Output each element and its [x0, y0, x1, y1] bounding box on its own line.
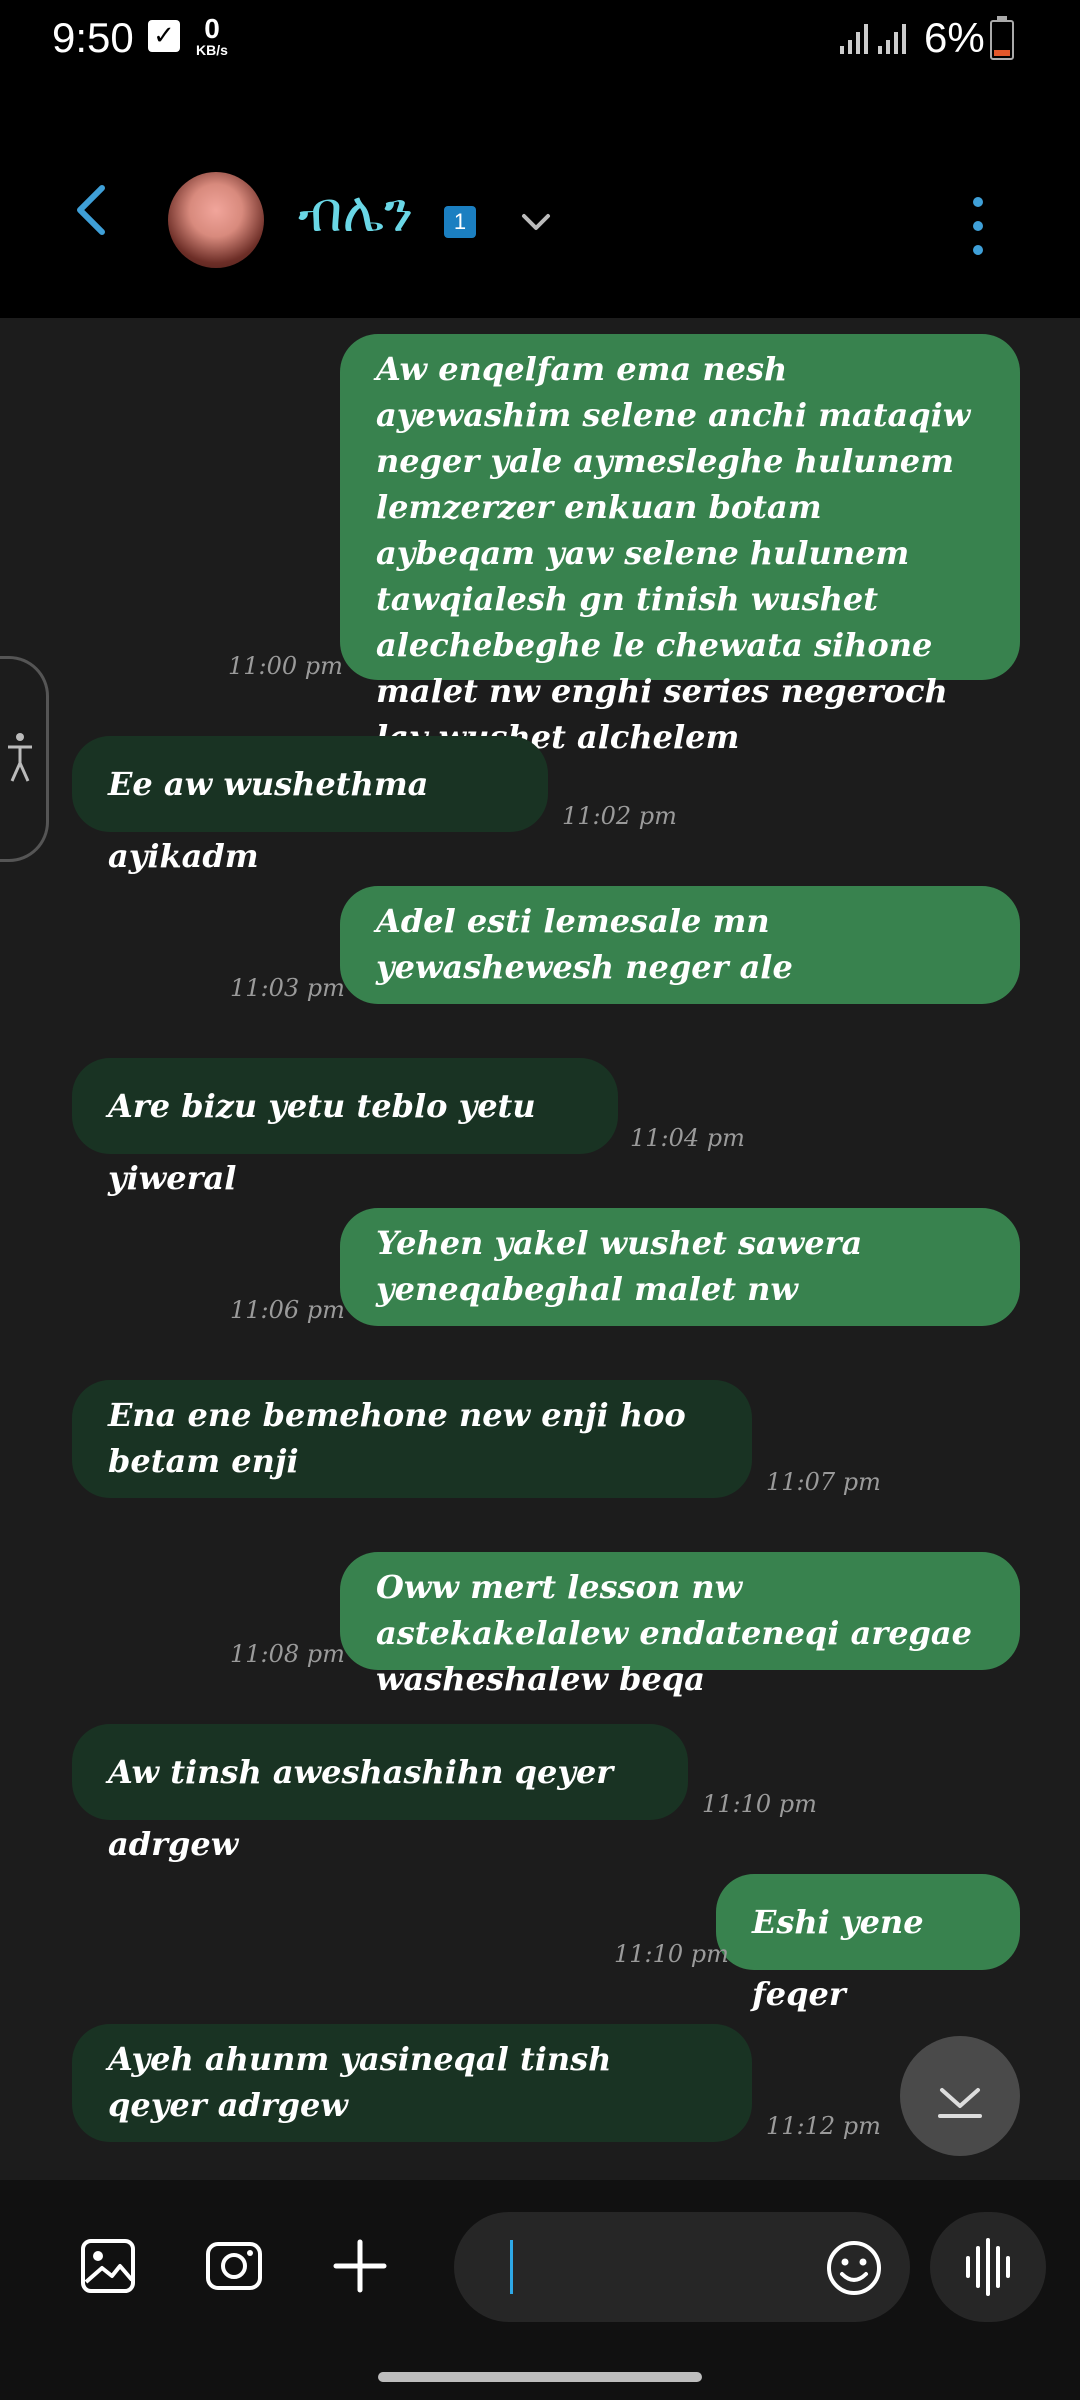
battery-level: 6% [924, 14, 985, 61]
scroll-down-button[interactable] [900, 2036, 1020, 2156]
text-cursor [510, 2240, 513, 2294]
message-bubble-sent[interactable]: Eshi yene feqer [716, 1874, 1020, 2013]
camera-icon[interactable] [204, 2236, 264, 2296]
home-indicator[interactable] [378, 2372, 702, 2382]
signal-icon [840, 24, 868, 54]
message-time: 11:03 pm [230, 974, 345, 1002]
message-time: 11:06 pm [230, 1296, 345, 1324]
accessibility-tab[interactable] [0, 656, 49, 862]
message-time: 11:00 pm [228, 652, 343, 680]
chevron-down-icon[interactable] [518, 204, 554, 240]
network-speed-unit: KB/s [196, 42, 228, 58]
message-time: 11:10 pm [614, 1940, 729, 1968]
message-time: 11:02 pm [562, 802, 677, 830]
scroll-down-icon [938, 2088, 982, 2118]
message-bubble-sent[interactable]: Yehen yakel wushet sawera yeneqabeghal m… [340, 1208, 1020, 1326]
contact-name[interactable]: ብሌን [298, 180, 413, 246]
accessibility-icon [8, 733, 32, 782]
message-bubble-received[interactable]: Ena ene bemehone new enji hoo betam enji [72, 1380, 752, 1498]
message-bubble-sent[interactable]: Oww mert lesson nw astekakelalew endaten… [340, 1552, 1020, 1698]
message-bubble-received[interactable]: Ee aw wushethma ayikadm [72, 736, 548, 875]
more-vertical-icon[interactable] [960, 192, 996, 260]
status-bar: 9:50 ✓ 0 KB/s 6% [0, 0, 1080, 80]
message-time: 11:12 pm [766, 2112, 881, 2140]
signal-icon-2 [878, 24, 906, 54]
message-bubble-received[interactable]: Ayeh ahunm yasineqal tinsh qeyer adrgew [72, 2024, 752, 2142]
checkbox-notification-icon: ✓ [148, 20, 180, 52]
gallery-icon[interactable] [78, 2236, 138, 2296]
chevron-left-icon[interactable] [64, 180, 124, 240]
conversation-header: ብሌን 1 [0, 80, 1080, 318]
plus-icon[interactable] [330, 2236, 390, 2296]
voice-record-button[interactable] [930, 2212, 1046, 2322]
battery-icon [990, 16, 1014, 60]
network-speed: 0 KB/s [190, 13, 234, 59]
message-time: 11:08 pm [230, 1640, 345, 1668]
message-bubble-sent[interactable]: Adel esti lemesale mn yewashewesh neger … [340, 886, 1020, 1004]
sim-badge: 1 [444, 206, 476, 238]
emoji-icon[interactable] [824, 2238, 884, 2298]
message-bubble-received[interactable]: Aw tinsh aweshashihn qeyer adrgew [72, 1724, 688, 1863]
status-time: 9:50 [52, 14, 134, 61]
message-time: 11:04 pm [630, 1124, 745, 1152]
message-time: 11:10 pm [702, 1790, 817, 1818]
voice-wave-icon [966, 2238, 1010, 2296]
message-bubble-received[interactable]: Are bizu yetu teblo yetu yiweral [72, 1058, 618, 1197]
avatar[interactable] [168, 172, 264, 268]
network-speed-value: 0 [204, 13, 220, 44]
message-bubble-sent[interactable]: Aw enqelfam ema nesh ayewashim selene an… [340, 334, 1020, 756]
message-time: 11:07 pm [766, 1468, 881, 1496]
